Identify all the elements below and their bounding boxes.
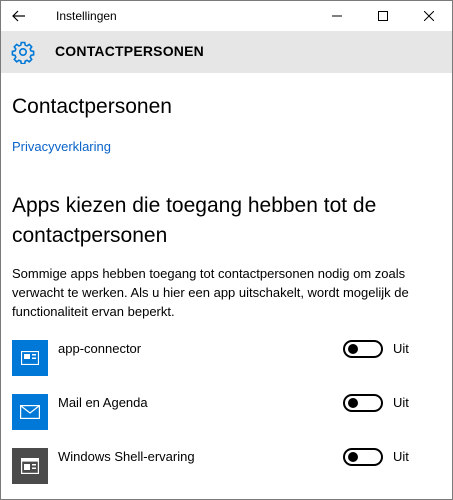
toggle-knob	[348, 344, 358, 354]
page-header: CONTACTPERSONEN	[1, 31, 452, 73]
maximize-button[interactable]	[360, 1, 406, 31]
app-name: app-connector	[58, 341, 142, 356]
app-row-mail-en-agenda: Mail en Agenda Uit	[1, 394, 452, 434]
close-button[interactable]	[406, 1, 452, 31]
shell-window-icon	[21, 458, 39, 474]
app-row-windows-shell-ervaring: Windows Shell-ervaring Uit	[1, 448, 452, 488]
window-controls	[314, 1, 452, 31]
close-icon	[424, 11, 434, 21]
gear-icon	[11, 41, 35, 64]
app-name: Mail en Agenda	[58, 395, 148, 410]
page-title: Contactpersonen	[12, 95, 172, 118]
section-description: Sommige apps hebben toegang tot contactp…	[12, 266, 409, 319]
privacy-link[interactable]: Privacyverklaring	[12, 139, 111, 154]
mail-envelope-icon	[20, 405, 40, 419]
app-connector-icon	[21, 351, 39, 365]
toggle-state-label: Uit	[393, 449, 409, 464]
settings-window: Instellingen CONTACTPERSONEN Contactpers…	[0, 0, 453, 500]
app-tile	[12, 448, 48, 484]
header-title: CONTACTPERSONEN	[55, 43, 204, 59]
section-heading: Apps kiezen die toegang hebben tot de co…	[12, 194, 377, 247]
app-tile	[12, 394, 48, 430]
toggle-state-label: Uit	[393, 395, 409, 410]
window-title: Instellingen	[56, 9, 117, 23]
app-row-app-connector: app-connector Uit	[1, 340, 452, 380]
toggle-knob	[348, 452, 358, 462]
app-connector-toggle[interactable]	[343, 340, 383, 358]
title-bar: Instellingen	[1, 1, 452, 31]
back-button[interactable]	[1, 1, 37, 31]
maximize-icon	[378, 11, 388, 21]
back-arrow-icon	[12, 10, 25, 22]
minimize-button[interactable]	[314, 1, 360, 31]
mail-en-agenda-toggle[interactable]	[343, 394, 383, 412]
toggle-knob	[348, 398, 358, 408]
app-name: Windows Shell-ervaring	[58, 449, 195, 464]
minimize-icon	[332, 15, 342, 17]
app-tile	[12, 340, 48, 376]
windows-shell-ervaring-toggle[interactable]	[343, 448, 383, 466]
toggle-state-label: Uit	[393, 341, 409, 356]
